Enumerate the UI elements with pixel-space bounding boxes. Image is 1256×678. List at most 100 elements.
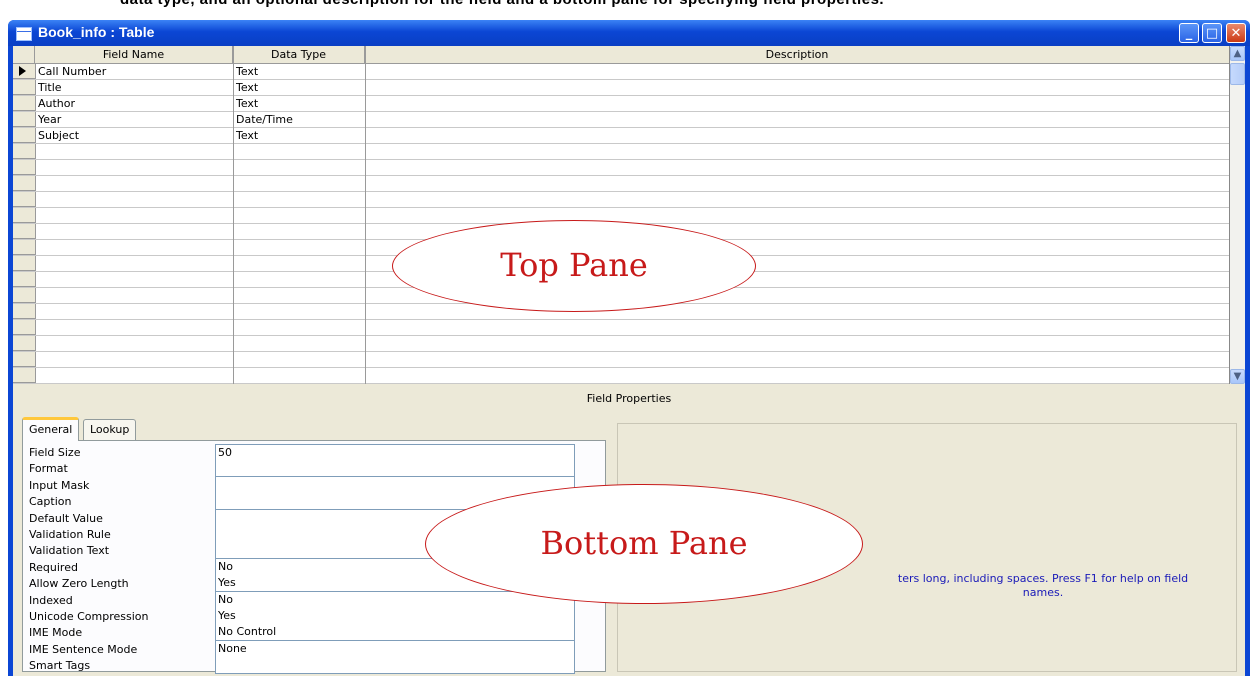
property-value-field[interactable]: 50 <box>215 444 575 461</box>
help-text-line-1: ters long, including spaces. Press F1 fo… <box>897 572 1189 585</box>
data-type-cell[interactable]: Text <box>233 128 258 143</box>
row-selector[interactable] <box>13 160 35 175</box>
tab-general[interactable]: General <box>22 417 80 441</box>
property-label: Validation Text <box>29 544 110 558</box>
field-name-cell[interactable]: Subject <box>35 128 79 143</box>
top-pane-label: Top Pane <box>500 246 648 284</box>
data-type-cell[interactable]: Text <box>233 64 258 79</box>
row-selector[interactable] <box>13 240 35 255</box>
data-type-cell[interactable]: Text <box>233 96 258 111</box>
property-value-field[interactable] <box>215 476 575 494</box>
property-value-field[interactable]: None <box>215 640 575 658</box>
vertical-scrollbar[interactable]: ▲ ▼ <box>1230 46 1245 384</box>
minimize-icon: _ <box>1185 26 1193 41</box>
row-selector[interactable] <box>13 112 35 127</box>
table-row[interactable]: Year Date/Time <box>13 112 1229 128</box>
table-row[interactable] <box>13 160 1229 176</box>
table-row[interactable] <box>13 144 1229 160</box>
row-selector-header <box>13 46 35 63</box>
row-selector[interactable] <box>13 192 35 207</box>
title-bar[interactable]: Book_info : Table _ □ ✕ <box>8 20 1250 46</box>
property-value-field[interactable]: No Control <box>215 624 575 642</box>
table-row[interactable]: Author Text <box>13 96 1229 112</box>
column-divider <box>365 46 366 384</box>
row-selector[interactable] <box>13 368 35 383</box>
property-value-field[interactable] <box>215 657 575 675</box>
field-name-cell[interactable]: Title <box>35 80 62 95</box>
property-value-field[interactable]: No <box>215 591 575 609</box>
property-row: Field Size 50 <box>23 444 603 461</box>
help-text-line-2: names. <box>1022 586 1064 599</box>
table-row[interactable] <box>13 368 1229 384</box>
column-divider <box>233 46 234 384</box>
property-label: Smart Tags <box>29 659 91 673</box>
data-type-cell[interactable]: Date/Time <box>233 112 293 127</box>
row-selector[interactable] <box>13 272 35 287</box>
row-selector[interactable] <box>13 176 35 191</box>
row-selector[interactable] <box>13 320 35 335</box>
window-client: Field Name Data Type Description Call Nu… <box>13 46 1245 676</box>
row-selector[interactable] <box>13 144 35 159</box>
bottom-pane-label: Bottom Pane <box>540 524 748 562</box>
row-selector[interactable] <box>13 304 35 319</box>
scroll-up-button[interactable]: ▲ <box>1230 46 1245 61</box>
table-row[interactable] <box>13 176 1229 192</box>
description-header[interactable]: Description <box>365 46 1229 63</box>
scroll-down-button[interactable]: ▼ <box>1230 369 1245 384</box>
grid-header: Field Name Data Type Description <box>13 46 1229 64</box>
caption-text: data type, and an optional description f… <box>120 0 884 8</box>
row-selector[interactable] <box>13 352 35 367</box>
field-name-cell[interactable]: Call Number <box>35 64 106 79</box>
row-selector[interactable] <box>13 336 35 351</box>
table-row[interactable] <box>13 320 1229 336</box>
top-pane-annotation: Top Pane <box>392 220 756 312</box>
property-row: IME Mode No Control <box>23 624 603 642</box>
minimize-button[interactable]: _ <box>1179 23 1199 43</box>
field-properties-label: Field Properties <box>586 392 672 405</box>
property-label: Field Size <box>29 446 81 459</box>
tab-lookup[interactable]: Lookup <box>83 419 137 441</box>
row-selector[interactable] <box>13 208 35 223</box>
field-name-cell[interactable]: Year <box>35 112 61 127</box>
row-selector[interactable] <box>13 224 35 239</box>
table-row[interactable]: Call Number Text <box>13 64 1229 80</box>
table-design-window: Book_info : Table _ □ ✕ Field Name Data … <box>8 20 1250 676</box>
chevron-down-icon: ▼ <box>1233 371 1242 382</box>
scroll-thumb[interactable] <box>1230 63 1245 85</box>
field-grid: Field Name Data Type Description Call Nu… <box>13 46 1230 384</box>
property-row: Smart Tags <box>23 657 603 675</box>
data-type-cell[interactable]: Text <box>233 80 258 95</box>
table-row[interactable]: Subject Text <box>13 128 1229 144</box>
property-row: Input Mask <box>23 476 603 494</box>
property-label: Allow Zero Length <box>29 577 129 591</box>
property-label: IME Mode <box>29 626 83 640</box>
table-row[interactable]: Title Text <box>13 80 1229 96</box>
close-button[interactable]: ✕ <box>1226 23 1246 43</box>
property-label: Caption <box>29 495 72 509</box>
field-name-cell[interactable]: Author <box>35 96 75 111</box>
property-label: Unicode Compression <box>29 610 149 623</box>
window-title: Book_info : Table <box>38 24 155 40</box>
bottom-pane-annotation: Bottom Pane <box>425 484 863 604</box>
row-selector[interactable] <box>13 256 35 271</box>
row-selector[interactable] <box>13 64 35 79</box>
row-selector[interactable] <box>13 128 35 143</box>
row-selector[interactable] <box>13 96 35 111</box>
maximize-button[interactable]: □ <box>1202 23 1222 43</box>
property-label: Indexed <box>29 593 73 607</box>
property-label: Default Value <box>29 511 103 525</box>
property-value-field[interactable] <box>215 460 575 478</box>
property-label: Required <box>29 560 78 574</box>
row-selector[interactable] <box>13 288 35 303</box>
table-row[interactable] <box>13 336 1229 352</box>
property-value-field[interactable]: Yes <box>215 608 575 625</box>
row-selector[interactable] <box>13 80 35 95</box>
property-row: Indexed No <box>23 591 603 609</box>
property-label: IME Sentence Mode <box>29 642 138 656</box>
table-row[interactable] <box>13 192 1229 208</box>
field-name-header[interactable]: Field Name <box>35 46 233 63</box>
property-label: Validation Rule <box>29 528 111 541</box>
property-row: IME Sentence Mode None <box>23 640 603 658</box>
table-row[interactable] <box>13 352 1229 368</box>
data-type-header[interactable]: Data Type <box>233 46 365 63</box>
